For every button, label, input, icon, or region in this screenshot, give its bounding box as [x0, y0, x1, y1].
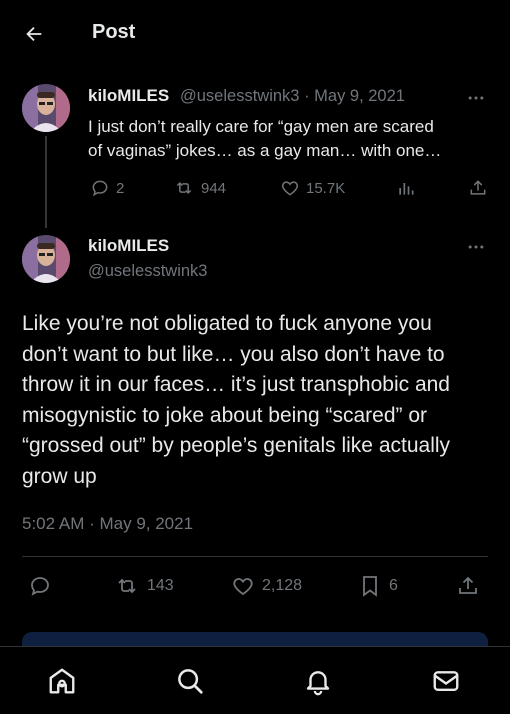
more-horizontal-icon: [468, 96, 484, 100]
reply-button[interactable]: 2: [90, 178, 124, 198]
share-icon: [470, 180, 486, 195]
parent-post-text: I just don’t really care for “gay men ar…: [88, 115, 493, 163]
reply-button[interactable]: [28, 574, 52, 598]
repost-button[interactable]: 143: [114, 574, 174, 598]
divider: [22, 556, 488, 557]
author-name[interactable]: kiloMILES: [88, 86, 169, 106]
text-line: “grossed out” by people’s genitals like …: [22, 434, 451, 457]
post-date[interactable]: May 9, 2021: [314, 87, 405, 105]
text-line: Like you’re not obligated to fuck anyone…: [22, 312, 432, 335]
search-icon: [178, 669, 203, 694]
author-handle[interactable]: @uselesstwink3: [180, 87, 299, 105]
reply-icon: [92, 180, 108, 197]
author-name[interactable]: kiloMILES: [88, 236, 169, 256]
more-options-button[interactable]: [466, 237, 486, 257]
author-handle[interactable]: @uselesstwink3: [88, 262, 207, 281]
views-button[interactable]: [396, 178, 416, 198]
like-count: 15.7K: [306, 179, 346, 197]
bell-icon: [306, 671, 330, 696]
avatar[interactable]: [22, 84, 70, 132]
repost-count: 944: [201, 179, 227, 197]
share-button[interactable]: [468, 178, 488, 198]
post-text: Like you’re not obligated to fuck anyone…: [22, 309, 492, 492]
nav-search[interactable]: [174, 665, 206, 697]
nav-notifications[interactable]: [302, 665, 334, 697]
heart-icon: [233, 578, 253, 596]
arrow-left-icon: [26, 26, 42, 42]
text-line: misogynistic to joke about being “scared…: [22, 403, 428, 427]
like-button[interactable]: 2,128: [231, 574, 302, 598]
thread-connector: [45, 136, 47, 228]
bottom-navigation: [0, 646, 510, 714]
nav-home[interactable]: [46, 665, 78, 697]
repost-icon: [118, 578, 136, 594]
share-icon: [459, 576, 477, 594]
views-icon: [399, 183, 414, 195]
bookmark-icon: [363, 576, 377, 597]
reply-count: 2: [116, 179, 125, 197]
reply-icon: [31, 577, 49, 596]
text-line: of vaginas” jokes… as a gay man… with on…: [88, 141, 442, 160]
more-options-button[interactable]: [466, 88, 486, 108]
like-button[interactable]: 15.7K: [280, 178, 345, 198]
nav-messages[interactable]: [430, 665, 462, 697]
repost-icon: [176, 181, 192, 195]
meta-separator: ·: [304, 87, 310, 105]
share-button[interactable]: [456, 574, 480, 598]
bookmark-count: 6: [389, 577, 398, 594]
repost-count: 143: [147, 577, 174, 594]
top-bar: Post: [0, 0, 510, 66]
page-title: Post: [92, 21, 136, 43]
heart-icon: [281, 181, 299, 196]
text-line: don’t want to but like… you also don’t h…: [22, 342, 445, 366]
more-horizontal-icon: [468, 245, 484, 249]
mail-icon: [433, 671, 459, 691]
text-line: grow up: [22, 464, 97, 488]
back-button[interactable]: [18, 18, 50, 50]
text-line: I just don’t really care for “gay men ar…: [88, 117, 434, 136]
post-timestamp[interactable]: 5:02 AM · May 9, 2021: [22, 514, 193, 534]
repost-button[interactable]: 944: [173, 178, 226, 198]
text-line: throw it in our faces… it’s just transph…: [22, 373, 450, 396]
home-icon: [49, 668, 75, 694]
bookmark-button[interactable]: 6: [358, 574, 398, 598]
avatar[interactable]: [22, 235, 70, 283]
author-meta: @uselesstwink3 · May 9, 2021: [180, 87, 405, 106]
like-count: 2,128: [262, 577, 303, 594]
